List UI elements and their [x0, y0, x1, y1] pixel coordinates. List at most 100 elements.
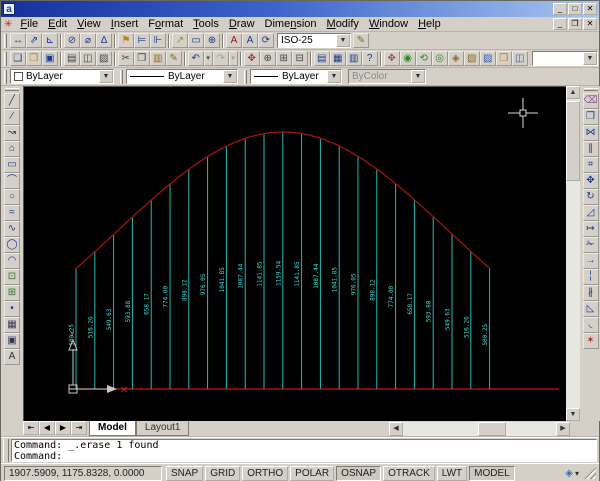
center-mark-button[interactable]: ⊕ [204, 33, 220, 48]
redo-list-arrow-button[interactable]: ▾ [229, 51, 238, 66]
zoom-previous-button[interactable]: ⊟ [292, 51, 308, 66]
publish-button[interactable]: ▨ [96, 51, 112, 66]
pan-hand-button[interactable]: ✥ [384, 51, 400, 66]
color-control-combo[interactable]: ByLayer ▼ [10, 69, 114, 84]
array-button[interactable]: ⌗ [583, 157, 599, 173]
coordinate-readout[interactable]: 1907.5909, 1175.8328, 0.0000 [4, 466, 162, 481]
radius-dimension-button[interactable]: ⊘ [64, 33, 80, 48]
model-space-canvas[interactable]: 500.25516.26549.63593.88658.17774.00898.… [23, 86, 566, 421]
menu-modify[interactable]: Modify [322, 17, 364, 31]
quick-leader-button[interactable]: ↗ [172, 33, 188, 48]
minimize-button[interactable]: _ [553, 3, 567, 15]
toggle-ortho[interactable]: ORTHO [242, 466, 288, 481]
zoom-realtime-button[interactable]: ⊕ [260, 51, 276, 66]
linetype-control-combo[interactable]: ByLayer ▼ [126, 69, 238, 84]
construction-line-button[interactable]: ∕ [4, 109, 20, 125]
tab-layout1[interactable]: Layout1 [136, 421, 190, 436]
break-button[interactable]: ∦ [583, 285, 599, 301]
menu-draw[interactable]: Draw [224, 17, 260, 31]
polyline-button[interactable]: ↝ [4, 125, 20, 141]
maximize-button[interactable]: □ [568, 3, 582, 15]
break-at-point-button[interactable]: ╎ [583, 269, 599, 285]
doc-close-button[interactable]: ✕ [583, 18, 597, 30]
spline-button[interactable]: ∿ [4, 221, 20, 237]
stretch-button[interactable]: ↦ [583, 221, 599, 237]
menu-window[interactable]: Window [364, 17, 413, 31]
toggle-otrack[interactable]: OTRACK [383, 466, 435, 481]
scroll-left-icon[interactable]: ◀ [389, 422, 403, 436]
horizontal-scroll-thumb[interactable] [478, 422, 506, 436]
walk-fly-button[interactable]: ▧ [464, 51, 480, 66]
vertical-scroll-thumb[interactable] [566, 101, 580, 181]
menu-view[interactable]: View [72, 17, 106, 31]
dimension-text-edit-button[interactable]: A [242, 33, 258, 48]
scale-button[interactable]: ◿ [583, 205, 599, 221]
line-button[interactable]: ╱ [4, 93, 20, 109]
menu-dimension[interactable]: Dimension [260, 17, 322, 31]
hatch-button[interactable]: ▦ [4, 317, 20, 333]
linear-dimension-button[interactable]: ↔ [10, 33, 26, 48]
aligned-dimension-button[interactable]: ⇗ [26, 33, 42, 48]
paste-button[interactable]: ▥ [150, 51, 166, 66]
ordinate-dimension-button[interactable]: ⊾ [42, 33, 58, 48]
tab-model[interactable]: Model [89, 421, 136, 436]
resize-grip[interactable] [584, 467, 596, 479]
ellipse-arc-button[interactable]: ◠ [4, 253, 20, 269]
chamfer-button[interactable]: ◺ [583, 301, 599, 317]
tab-nav-3-icon[interactable]: ⇥ [71, 421, 87, 435]
make-block-button[interactable]: ⊞ [4, 285, 20, 301]
scroll-up-icon[interactable]: ▲ [566, 86, 580, 99]
plot-preview-button[interactable]: ◫ [80, 51, 96, 66]
dim-style-combo[interactable]: ISO-25 ▼ [277, 33, 351, 48]
new-button[interactable]: ❑ [10, 51, 26, 66]
cut-button[interactable]: ✂ [118, 51, 134, 66]
revision-cloud-button[interactable]: ≈ [4, 205, 20, 221]
plot-button[interactable]: ▤ [64, 51, 80, 66]
chevron-down-icon[interactable]: ▼ [327, 70, 341, 83]
zoom-window-button[interactable]: ⊞ [276, 51, 292, 66]
scroll-right-icon[interactable]: ▶ [556, 422, 570, 436]
redo-button[interactable]: ↷ [213, 51, 229, 66]
toggle-osnap[interactable]: OSNAP [336, 466, 381, 481]
search-combo[interactable]: ▼ [532, 51, 598, 66]
mirror-button[interactable]: ⋈ [583, 125, 599, 141]
toggle-grid[interactable]: GRID [205, 466, 240, 481]
circle-button[interactable]: ○ [4, 189, 20, 205]
arc-button[interactable]: ⌒ [4, 173, 20, 189]
insert-block-button[interactable]: ⊡ [4, 269, 20, 285]
designcenter-button[interactable]: ▦ [330, 51, 346, 66]
fillet-button[interactable]: ◟ [583, 317, 599, 333]
toggle-snap[interactable]: SNAP [166, 466, 203, 481]
toolbar-grip[interactable] [120, 70, 123, 84]
extend-button[interactable]: → [583, 253, 599, 269]
chevron-down-icon[interactable]: ▼ [223, 70, 237, 83]
toolbar-grip[interactable] [4, 34, 7, 48]
command-input[interactable]: Command: _.erase 1 found Command: [11, 439, 597, 462]
copy-clip-button[interactable]: ❐ [134, 51, 150, 66]
scroll-down-icon[interactable]: ▼ [566, 408, 580, 421]
orbit-button[interactable]: ⟲ [416, 51, 432, 66]
tab-nav-1-icon[interactable]: ◀ [39, 421, 55, 435]
menu-file[interactable]: File [15, 17, 43, 31]
region-button[interactable]: ▣ [4, 333, 20, 349]
trim-button[interactable]: ✁ [583, 237, 599, 253]
menu-insert[interactable]: Insert [106, 17, 144, 31]
erase-button[interactable]: ⌫ [583, 93, 599, 109]
horizontal-scrollbar[interactable]: ◀ ▶ [389, 422, 570, 436]
toolbar-grip[interactable] [4, 52, 7, 66]
menu-edit[interactable]: Edit [43, 17, 72, 31]
explode-button[interactable]: ✶ [583, 333, 599, 349]
sheet-set-manager-button[interactable]: ▨ [480, 51, 496, 66]
rectangle-button[interactable]: ▭ [4, 157, 20, 173]
chevron-down-icon[interactable]: ▼ [336, 34, 350, 47]
communication-center-icon[interactable]: ◈ [565, 468, 573, 479]
dimension-update-button[interactable]: ⟳ [258, 33, 274, 48]
offset-button[interactable]: ∥ [583, 141, 599, 157]
vertical-scrollbar[interactable]: ▲ ▼ [566, 86, 580, 421]
undo-button[interactable]: ↶ [188, 51, 204, 66]
dimension-style-button[interactable]: ✎ [353, 33, 369, 48]
polygon-button[interactable]: ⌂ [4, 141, 20, 157]
properties-palette-button[interactable]: ▤ [314, 51, 330, 66]
copy-object-button[interactable]: ❐ [583, 109, 599, 125]
quick-dimension-button[interactable]: ⚑ [118, 33, 134, 48]
